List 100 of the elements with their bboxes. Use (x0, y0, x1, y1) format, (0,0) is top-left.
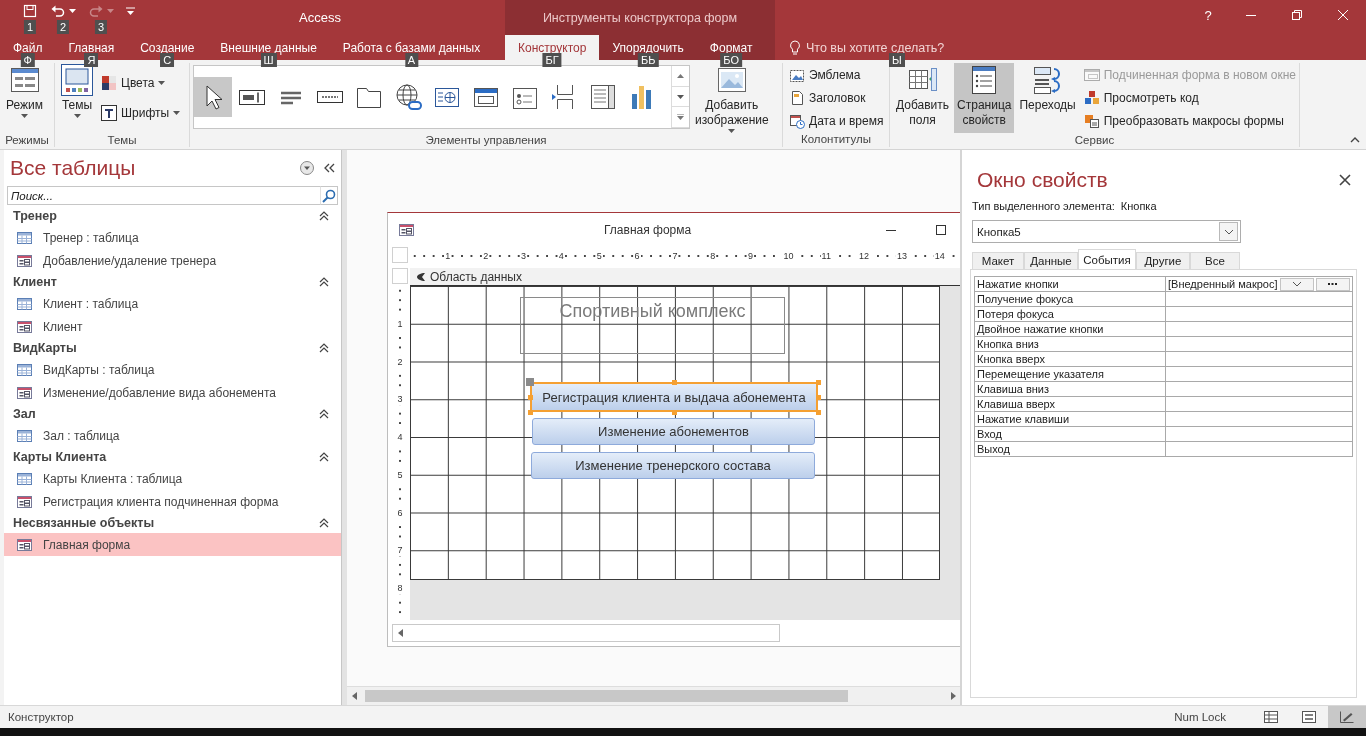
nav-item[interactable]: Главная форма (4, 533, 341, 556)
property-tab[interactable]: Все (1190, 252, 1240, 269)
property-value[interactable] (1165, 426, 1353, 442)
form-view-icon (1302, 711, 1316, 723)
table-icon (16, 295, 32, 312)
nav-item[interactable]: Добавление/удаление тренера (4, 249, 341, 272)
move-handle[interactable] (526, 378, 534, 386)
scrollbar[interactable] (392, 624, 780, 642)
property-name: Кнопка вверх (974, 351, 1166, 367)
nav-item[interactable]: Тренер : таблица (4, 226, 341, 249)
ruler-number: 1 (396, 317, 404, 330)
chevron-up-icon (319, 211, 329, 221)
nav-item[interactable]: Клиент : таблица (4, 292, 341, 315)
nav-item[interactable]: Клиент (4, 315, 341, 338)
macro-convert-icon (1083, 112, 1100, 129)
property-tab[interactable]: Макет (972, 252, 1024, 269)
form-icon (16, 493, 32, 510)
form-icon (16, 536, 32, 553)
property-value[interactable] (1165, 411, 1353, 427)
property-value[interactable] (1165, 351, 1353, 367)
tell-me-field[interactable]: Что вы хотите сделать? (789, 39, 956, 56)
collapse-ribbon-button[interactable] (1350, 137, 1360, 143)
object-dropdown[interactable]: Кнопка5 (972, 220, 1241, 243)
ruler-number: 4 (396, 431, 404, 444)
ruler-number: 12 (858, 250, 871, 262)
property-tab[interactable]: Другие (1136, 252, 1190, 269)
form-button[interactable]: Регистрация клиента и выдача абонемента (530, 382, 818, 412)
ribbon-button[interactable]: Заголовок (786, 86, 887, 109)
context-title: Инструменты конструктора форм (542, 10, 738, 25)
ribbon-button[interactable]: Страница свойств (954, 63, 1015, 133)
form-icon (16, 252, 32, 269)
resize-handle[interactable] (671, 379, 677, 385)
resize-handle[interactable] (815, 409, 821, 415)
group-header[interactable]: Тренер (4, 206, 341, 226)
group-header[interactable]: Зал (4, 404, 341, 424)
section-bar[interactable]: Область данных (410, 268, 960, 286)
form-button[interactable]: Изменение абонементов (532, 418, 815, 445)
resize-handle[interactable] (815, 379, 821, 385)
ribbon-button[interactable]: Переходы (1016, 63, 1079, 133)
section-title: Область данных (430, 269, 522, 284)
property-value[interactable] (1165, 306, 1353, 322)
window-title: Главная форма (604, 222, 693, 237)
scrollbar[interactable] (347, 686, 960, 705)
group-label: Элементы управления (424, 133, 548, 148)
close-button[interactable] (1339, 174, 1351, 186)
chevron-up-icon (319, 277, 329, 287)
search-field[interactable]: Поиск... (7, 186, 320, 205)
property-value[interactable] (1165, 321, 1353, 337)
tool-button[interactable] (194, 77, 232, 117)
ellipsis-icon (1328, 282, 1338, 286)
ribbon-button[interactable]: Дата и время (786, 109, 887, 132)
nav-item[interactable]: Изменение/добавление вида абонемента (4, 381, 341, 404)
ruler-number: 11 (820, 250, 832, 262)
property-value[interactable] (1165, 381, 1353, 397)
search-button[interactable] (320, 186, 338, 205)
collapse-pane-button[interactable] (323, 163, 335, 173)
property-tab[interactable]: События (1078, 249, 1136, 269)
nav-item[interactable]: Карты Клиента : таблица (4, 467, 341, 490)
ribbon-button[interactable]: Просмотреть код (1080, 86, 1299, 109)
resize-handle[interactable] (527, 409, 533, 415)
resize-handle[interactable] (815, 394, 821, 400)
nav-item[interactable]: ВидКарты : таблица (4, 358, 341, 381)
property-value[interactable] (1165, 291, 1353, 307)
view-button[interactable] (1328, 706, 1366, 728)
property-value[interactable] (1165, 366, 1353, 382)
customize-icon (126, 7, 135, 15)
caret-icon (69, 9, 76, 13)
ribbon-button[interactable]: Цвета (98, 71, 184, 94)
nav-item[interactable]: Зал : таблица (4, 424, 341, 447)
property-value[interactable]: [Внедренный макрос] (1165, 276, 1353, 292)
keytip: А (404, 53, 419, 67)
property-name: Перемещение указателя (974, 366, 1166, 382)
group-header[interactable]: Карты Клиента (4, 447, 341, 467)
resize-handle[interactable] (527, 394, 533, 400)
nav-item[interactable]: Регистрация клиента подчиненная форма (4, 490, 341, 513)
group-header[interactable]: Несвязанные объекты (4, 513, 341, 533)
page-icon (789, 89, 805, 106)
caret-icon (21, 114, 28, 118)
help-button[interactable]: ? (1188, 0, 1228, 30)
dropdown-icon (299, 160, 315, 176)
group-header[interactable]: ВидКарты (4, 338, 341, 358)
form-icon (398, 221, 414, 238)
form-button[interactable]: Изменение тренерского состава (531, 452, 815, 479)
property-value[interactable] (1165, 441, 1353, 457)
form-icon (16, 384, 32, 401)
ribbon-button[interactable]: Преобразовать макросы формы (1080, 109, 1299, 132)
chevron-up-icon (319, 409, 329, 419)
chevron-up-icon (319, 343, 329, 353)
datasheet-view-icon (1264, 711, 1278, 723)
dropdown-button[interactable] (299, 160, 315, 176)
ribbon-button[interactable]: Эмблема (786, 63, 887, 86)
property-tab[interactable]: Данные (1024, 252, 1078, 269)
property-value[interactable] (1165, 336, 1353, 352)
resize-handle[interactable] (671, 409, 677, 415)
ribbon-button[interactable]: Шрифты (98, 101, 184, 124)
caret-icon (728, 129, 736, 133)
property-value[interactable] (1165, 396, 1353, 412)
group-header[interactable]: Клиент (4, 272, 341, 292)
build-button[interactable] (1315, 277, 1350, 291)
keytip: С (160, 53, 175, 67)
